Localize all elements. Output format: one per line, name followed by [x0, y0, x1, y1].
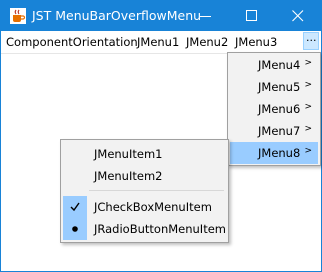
- chevron-right-icon: >: [304, 58, 312, 68]
- chevron-right-icon: >: [304, 124, 312, 134]
- menu-item-jmenuitem2[interactable]: JMenuItem2: [63, 165, 226, 187]
- minimize-icon: [200, 16, 211, 17]
- menu-item-jradiobutton[interactable]: JRadioButtonMenuItem: [63, 218, 226, 240]
- minimize-button[interactable]: [183, 1, 229, 31]
- title-bar[interactable]: JST MenuBarOverflowMenu: [1, 1, 321, 31]
- maximize-icon: [246, 10, 257, 21]
- maximize-button[interactable]: [229, 1, 275, 31]
- menu-item-label: JRadioButtonMenuItem: [94, 222, 226, 236]
- menu-jmenu7[interactable]: JMenu7 >: [230, 120, 318, 142]
- menu-bar: ComponentOrientation JMenu1 JMenu2 JMenu…: [1, 31, 321, 54]
- menu-label: JMenu5: [258, 80, 301, 94]
- menu-item-jmenuitem1[interactable]: JMenuItem1: [63, 143, 226, 165]
- jmenu8-submenu: JMenuItem1 JMenuItem2 JCheckBoxMenuItem …: [60, 139, 229, 243]
- menu-jmenu4[interactable]: JMenu4 >: [230, 54, 318, 76]
- menu-item-label: JCheckBoxMenuItem: [94, 200, 212, 214]
- window-title: JST MenuBarOverflowMenu: [32, 8, 202, 23]
- radio-indicator: [63, 218, 87, 240]
- menu-component-orientation[interactable]: ComponentOrientation: [6, 35, 138, 49]
- overflow-menu-button[interactable]: ...: [303, 31, 319, 50]
- menu-jmenu6[interactable]: JMenu6 >: [230, 98, 318, 120]
- check-icon: [70, 202, 80, 212]
- overflow-popup: JMenu4 > JMenu5 > JMenu6 > JMenu7 > JMen…: [227, 52, 321, 166]
- menu-jmenu1[interactable]: JMenu1: [137, 35, 179, 49]
- menu-jmenu8[interactable]: JMenu8 >: [230, 142, 318, 164]
- menu-separator: [89, 190, 224, 191]
- menu-jmenu3[interactable]: JMenu3: [235, 35, 277, 49]
- chevron-right-icon: >: [304, 80, 312, 90]
- menu-label: JMenu7: [258, 124, 301, 138]
- menu-item-jcheckbox[interactable]: JCheckBoxMenuItem: [63, 196, 226, 218]
- close-icon: [292, 10, 304, 22]
- menu-item-label: JMenuItem1: [94, 147, 163, 161]
- chevron-right-icon: >: [304, 102, 312, 112]
- java-cup-icon: [10, 8, 26, 24]
- close-button[interactable]: [275, 1, 321, 31]
- menu-label: JMenu8: [258, 146, 301, 160]
- menu-label: JMenu6: [258, 102, 301, 116]
- menu-label: JMenu4: [258, 58, 301, 72]
- overflow-label: ...: [306, 31, 317, 44]
- radio-dot-icon: [72, 226, 78, 232]
- menu-jmenu5[interactable]: JMenu5 >: [230, 76, 318, 98]
- chevron-right-icon: >: [304, 146, 312, 156]
- menu-jmenu2[interactable]: JMenu2: [186, 35, 228, 49]
- menu-item-label: JMenuItem2: [94, 169, 163, 183]
- checkbox-indicator: [63, 196, 87, 218]
